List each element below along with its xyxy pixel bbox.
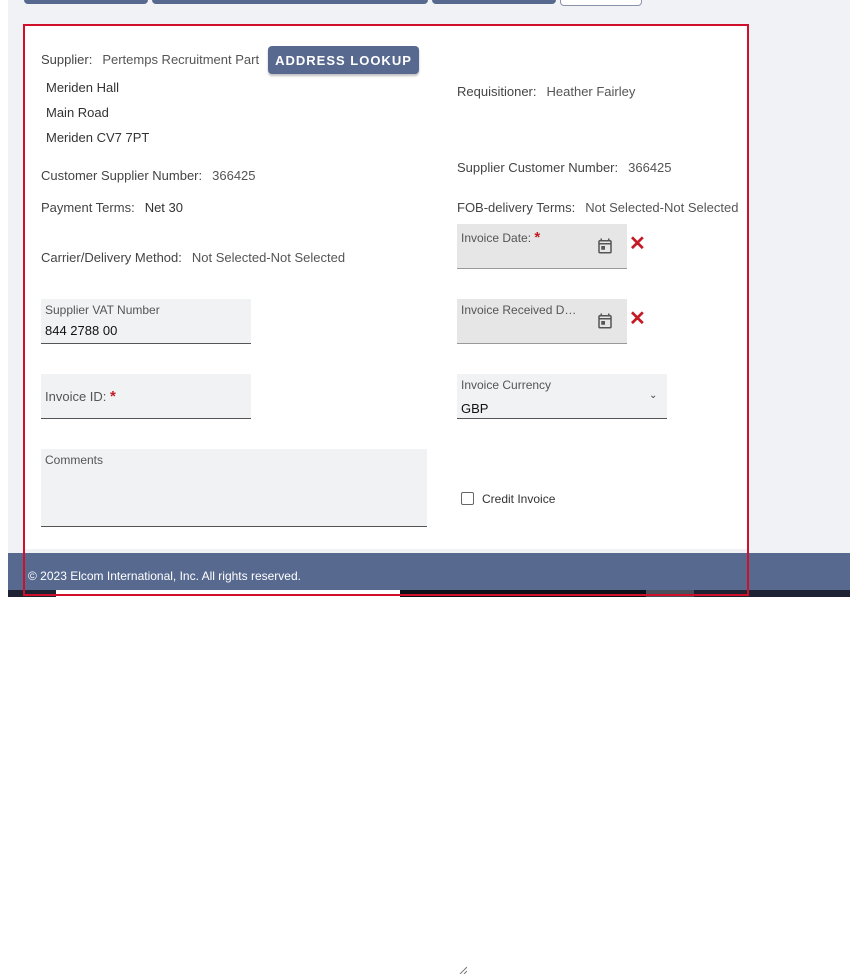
- supplier-vat-field[interactable]: Supplier VAT Number 844 2788 00: [41, 299, 251, 344]
- calendar-icon[interactable]: [596, 237, 614, 255]
- customer-supplier-number-label: Customer Supplier Number:: [41, 168, 203, 183]
- address-line-3: Meriden CV7 7PT: [46, 130, 150, 145]
- bottom-strip-gray-segment: [646, 590, 694, 597]
- invoice-id-label: Invoice ID: *: [45, 388, 116, 405]
- calendar-icon[interactable]: [596, 312, 614, 330]
- top-tab-2[interactable]: [152, 0, 428, 4]
- invoice-currency-label: Invoice Currency: [461, 378, 552, 392]
- invoice-currency-value: GBP: [461, 401, 489, 416]
- requisitioner-row: Requisitioner: Heather Fairley: [457, 84, 635, 99]
- supplier-vat-value[interactable]: 844 2788 00: [45, 323, 117, 338]
- bottom-strip-dark-segment: [400, 590, 646, 597]
- supplier-vat-label: Supplier VAT Number: [45, 303, 160, 317]
- supplier-customer-number-label: Supplier Customer Number:: [457, 160, 619, 175]
- invoice-id-field[interactable]: Invoice ID: *: [41, 374, 251, 419]
- top-tab-1[interactable]: [24, 0, 148, 4]
- comments-label: Comments: [45, 453, 104, 467]
- payment-terms-label: Payment Terms:: [41, 200, 135, 215]
- invoice-received-date-label: Invoice Received Dat...: [461, 303, 583, 317]
- close-icon[interactable]: ✕: [629, 234, 646, 254]
- resize-handle-icon[interactable]: [459, 966, 467, 974]
- customer-supplier-number-value: 366425: [212, 168, 256, 183]
- fob-terms-row: FOB-delivery Terms: Not Selected-Not Sele…: [457, 200, 738, 215]
- payment-terms-value: Net 30: [144, 200, 183, 215]
- top-tab-4[interactable]: [560, 0, 642, 6]
- top-tab-3[interactable]: [432, 0, 556, 4]
- requisitioner-value: Heather Fairley: [546, 84, 636, 99]
- address-lookup-button[interactable]: ADDRESS LOOKUP: [268, 46, 419, 74]
- required-asterisk: *: [534, 229, 541, 246]
- supplier-label: Supplier:: [41, 52, 93, 67]
- address-line-2: Main Road: [46, 105, 109, 120]
- chevron-down-icon: ⌄: [649, 390, 658, 401]
- invoice-currency-select[interactable]: Invoice Currency GBP ⌄: [457, 374, 667, 419]
- footer-copyright: © 2023 Elcom International, Inc. All rig…: [28, 569, 301, 583]
- supplier-name: Pertemps Recruitment Part: [102, 52, 260, 67]
- credit-invoice-checkbox[interactable]: [461, 492, 474, 505]
- comments-textarea[interactable]: Comments: [41, 449, 467, 974]
- customer-supplier-number-row: Customer Supplier Number: 366425: [41, 168, 256, 183]
- invoice-date-label: Invoice Date: *: [461, 229, 541, 246]
- supplier-customer-number-value: 366425: [628, 160, 672, 175]
- payment-terms-row: Payment Terms: Net 30: [41, 200, 183, 215]
- fob-terms-label: FOB-delivery Terms:: [457, 200, 576, 215]
- bottom-strip: [8, 590, 850, 597]
- supplier-row: Supplier: Pertemps Recruitment Part: [41, 52, 259, 67]
- carrier-value: Not Selected-Not Selected: [191, 250, 346, 265]
- close-icon[interactable]: ✕: [629, 309, 646, 329]
- fob-terms-value: Not Selected-Not Selected: [585, 200, 739, 215]
- credit-invoice-label: Credit Invoice: [482, 492, 556, 506]
- address-line-1: Meriden Hall: [46, 80, 119, 95]
- carrier-row: Carrier/Delivery Method: Not Selected-Not…: [41, 250, 345, 265]
- bottom-strip-white-segment: [56, 590, 400, 597]
- requisitioner-label: Requisitioner:: [457, 84, 537, 99]
- carrier-label: Carrier/Delivery Method:: [41, 250, 182, 265]
- required-asterisk: *: [110, 388, 116, 405]
- supplier-customer-number-row: Supplier Customer Number: 366425: [457, 160, 672, 175]
